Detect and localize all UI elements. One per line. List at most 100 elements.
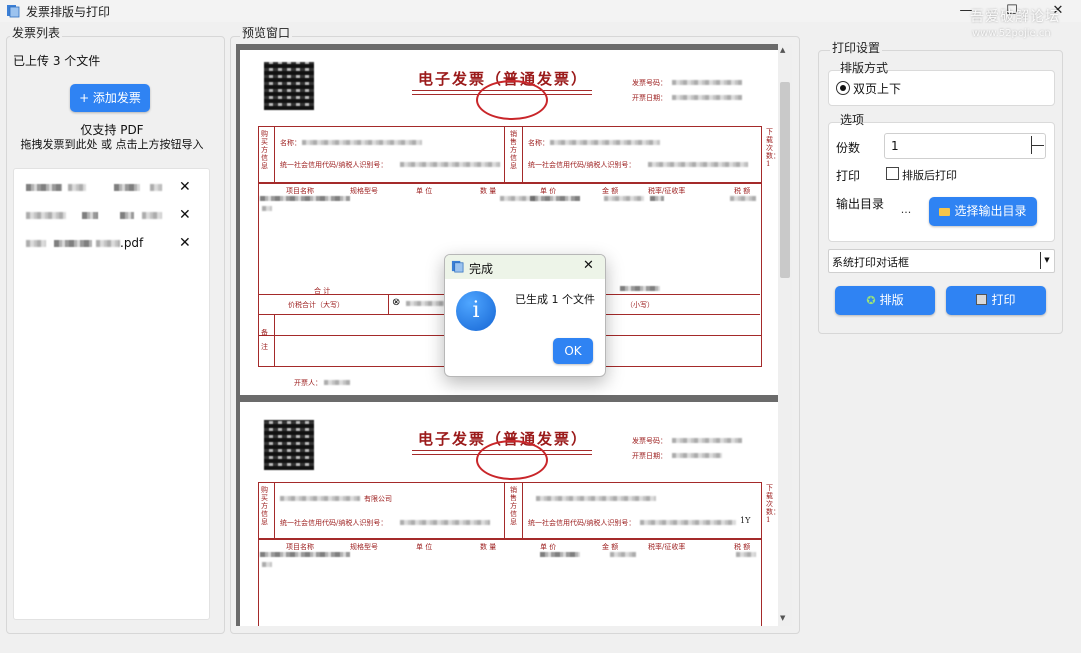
col-tax-rate: 税率/征收率 [648, 187, 686, 195]
col-item-name: 项目名称 [286, 543, 314, 551]
choose-output-dir-button[interactable]: 选择输出目录 [929, 197, 1037, 226]
watermark-url: www.52pojie.cn [972, 28, 1051, 39]
copies-label: 份数 [836, 141, 861, 155]
invoice-date-label: 开票日期： [632, 452, 667, 460]
currency-mark-icon: ⊗ [392, 297, 401, 308]
radio-double-page[interactable] [836, 81, 850, 95]
seal-stamp [476, 80, 548, 120]
spin-arrows-icon[interactable] [1031, 136, 1044, 154]
file-list[interactable]: ✕ ✕ .pdf ✕ [13, 168, 210, 620]
chevron-down-icon[interactable]: ▼ [1040, 252, 1053, 269]
file-name: .pdf [120, 236, 144, 250]
output-dir-label: 输出目录 [836, 197, 885, 211]
list-item[interactable]: ✕ [24, 207, 191, 223]
print-label: 打印 [836, 169, 861, 183]
dialog-header: 完成 ✕ [445, 255, 605, 279]
watermark: 吾爱破解论坛 [970, 9, 1060, 25]
issuer-label: 开票人： [294, 379, 322, 387]
printer-icon [976, 294, 988, 305]
seller-tax-label: 统一社会信用代码/纳税人识别号： [528, 519, 636, 527]
seller-label: 销售方信息 [510, 130, 517, 170]
add-invoice-button[interactable]: + 添加发票 [70, 84, 150, 112]
remove-file-icon[interactable]: ✕ [179, 207, 191, 223]
app-icon [7, 5, 20, 18]
scroll-down-icon[interactable]: ▼ [780, 614, 785, 622]
print-button-label: 打印 [991, 293, 1016, 307]
side-note: 下载次数：1 [766, 484, 780, 524]
qr-code [264, 420, 314, 470]
completion-dialog: 完成 ✕ i 已生成 1 个文件 OK [444, 254, 606, 377]
dialog-close-icon[interactable]: ✕ [583, 258, 594, 273]
seller-tax-label: 统一社会信用代码/纳税人识别号： [528, 161, 636, 169]
col-unit: 单 位 [416, 543, 433, 551]
remark-label: 备 注 [261, 329, 268, 351]
puzzle-icon: ✪ [866, 294, 876, 307]
col-spec: 规格型号 [350, 187, 378, 195]
col-price: 单 价 [540, 543, 557, 551]
print-button[interactable]: 打印 [946, 286, 1046, 315]
layout-button-label: 排版 [879, 293, 904, 307]
folder-icon [939, 208, 951, 216]
list-item[interactable]: ✕ [24, 179, 191, 195]
choose-output-dir-label: 选择输出目录 [954, 204, 1027, 218]
buyer-label: 购买方信息 [261, 486, 268, 526]
col-amount: 金 额 [602, 187, 619, 195]
copies-spinbox[interactable]: 1 [884, 133, 1046, 159]
col-tax: 税 额 [734, 543, 751, 551]
uploaded-count: 已上传 3 个文件 [13, 54, 101, 68]
preview-scrollbar[interactable]: ▲ ▼ [778, 44, 792, 626]
col-qty: 数 量 [480, 543, 497, 551]
buyer-name-label: 名称： [280, 139, 301, 147]
col-item-name: 项目名称 [286, 187, 314, 195]
scrollbar-thumb[interactable] [780, 82, 790, 278]
print-after-label: 排版后打印 [902, 169, 957, 182]
drag-drop-hint: 拖拽发票到此处 或 点击上方按钮导入 [20, 138, 204, 151]
layout-button[interactable]: ✪ 排版 [835, 286, 935, 315]
buyer-tax-label: 统一社会信用代码/纳税人识别号： [280, 519, 388, 527]
window-title: 发票排版与打印 [26, 5, 111, 19]
radio-double-page-label: 双页上下 [853, 82, 902, 96]
print-settings-title: 打印设置 [830, 39, 883, 56]
dialog-title: 完成 [469, 262, 494, 276]
copies-value: 1 [891, 139, 899, 153]
printer-select[interactable]: 系统打印对话框 ▼ [828, 249, 1055, 273]
total-words-label: 价税合计（大写） [288, 301, 344, 309]
preview-title: 预览窗口 [240, 24, 293, 41]
col-unit: 单 位 [416, 187, 433, 195]
list-item[interactable]: .pdf ✕ [24, 235, 191, 251]
printer-select-value: 系统打印对话框 [832, 256, 909, 269]
side-note: 下载次数：1 [766, 128, 780, 168]
col-price: 单 价 [540, 187, 557, 195]
output-dir-browse[interactable]: ... [892, 197, 920, 225]
buyer-tax-label: 统一社会信用代码/纳税人识别号： [280, 161, 388, 169]
invoice-page-2: 电子发票（普通发票） 发票号码： 开票日期： 购买方信息 销售方信息 有限公司 … [240, 402, 780, 626]
buyer-label: 购买方信息 [261, 130, 268, 170]
scroll-up-icon[interactable]: ▲ [780, 46, 785, 54]
total-lower-label: （小写） [626, 301, 654, 309]
seal-stamp [476, 440, 548, 480]
info-icon: i [456, 291, 496, 331]
app-icon [451, 260, 464, 273]
title-bar: 发票排版与打印 — ☐ ✕ [0, 0, 1081, 22]
invoice-number-label: 发票号码： [632, 437, 667, 445]
ok-button[interactable]: OK [553, 338, 593, 364]
invoice-list-title: 发票列表 [10, 24, 63, 41]
remove-file-icon[interactable]: ✕ [179, 235, 191, 251]
print-after-checkbox[interactable] [886, 167, 899, 180]
col-tax: 税 额 [734, 187, 751, 195]
seller-name-label: 名称： [528, 139, 549, 147]
col-amount: 金 额 [602, 543, 619, 551]
remove-file-icon[interactable]: ✕ [179, 179, 191, 195]
seller-label: 销售方信息 [510, 486, 517, 526]
dialog-message: 已生成 1 个文件 [515, 293, 595, 306]
buyer-company-suffix: 有限公司 [364, 495, 392, 503]
col-tax-rate: 税率/征收率 [648, 543, 686, 551]
col-spec: 规格型号 [350, 543, 378, 551]
qr-code [264, 62, 314, 110]
invoice-number-label: 发票号码： [632, 79, 667, 87]
col-qty: 数 量 [480, 187, 497, 195]
seller-tax-suffix: 1Y [740, 516, 751, 525]
invoice-date-label: 开票日期： [632, 94, 667, 102]
layout-mode-title: 排版方式 [840, 61, 889, 75]
options-title: 选项 [840, 113, 865, 127]
